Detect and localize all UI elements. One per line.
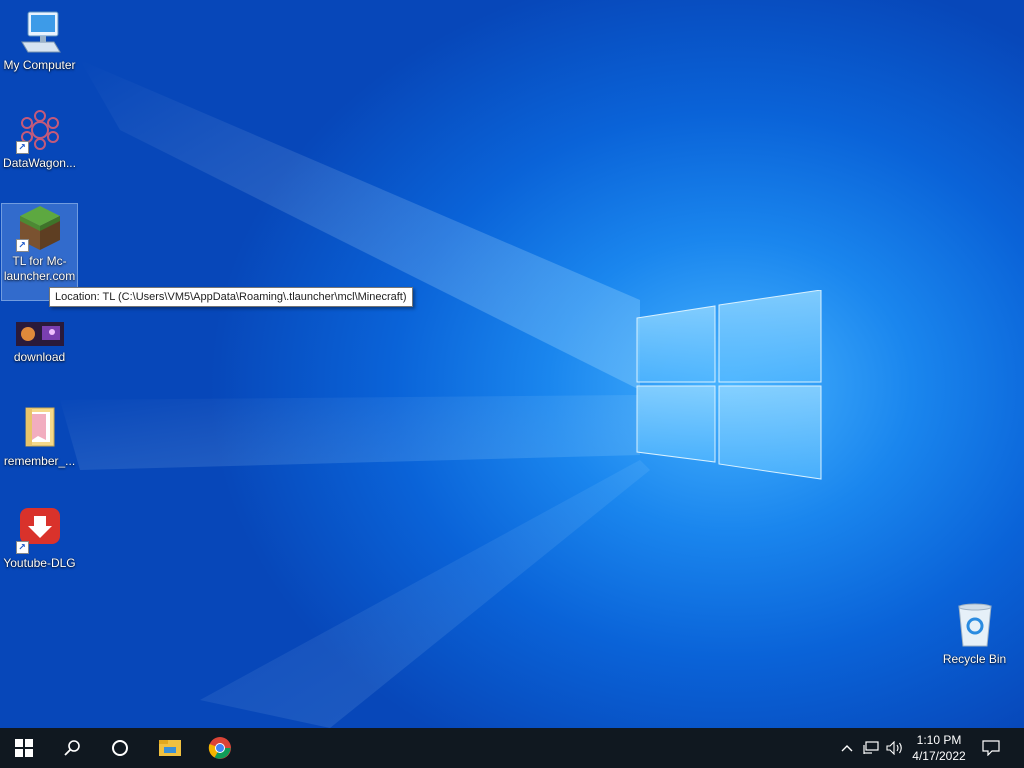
shortcut-arrow-icon: ↗ xyxy=(15,239,29,252)
chrome-icon xyxy=(208,737,231,759)
cortana-button[interactable] xyxy=(96,728,144,768)
notification-icon xyxy=(982,740,1000,756)
desktop: My Computer ↗ DataWagon... ↗ TL for Mc-l… xyxy=(0,0,1024,728)
desktop-icon-label: DataWagon... xyxy=(3,156,76,170)
desktop-icon-label: My Computer xyxy=(3,58,76,72)
minecraft-grass-icon: ↗ xyxy=(15,204,64,252)
desktop-icon-download[interactable]: download xyxy=(2,320,77,365)
volume-button[interactable] xyxy=(884,728,906,768)
search-button[interactable] xyxy=(48,728,96,768)
desktop-icon-my-computer[interactable]: My Computer xyxy=(2,8,77,73)
desktop-icon-tl-launcher[interactable]: ↗ TL for Mc-launcher.com xyxy=(1,203,78,301)
show-hidden-icons-button[interactable] xyxy=(838,728,856,768)
search-icon xyxy=(64,740,80,756)
shortcut-arrow-icon: ↗ xyxy=(15,541,29,554)
location-tooltip: Location: TL (C:\Users\VM5\AppData\Roami… xyxy=(49,287,413,307)
windows-logo xyxy=(636,290,822,480)
start-button[interactable] xyxy=(0,728,48,768)
start-icon xyxy=(15,739,33,757)
desktop-icon-youtube-dlg[interactable]: ↗ Youtube-DLG xyxy=(2,506,77,571)
desktop-icon-remember[interactable]: remember_... xyxy=(2,404,77,469)
taskbar-clock[interactable]: 1:10 PM 4/17/2022 xyxy=(904,732,974,764)
wallpaper-beams xyxy=(60,60,650,728)
cortana-icon xyxy=(112,740,128,756)
image-thumbnail-icon xyxy=(15,320,64,348)
speaker-icon xyxy=(886,741,902,755)
desktop-icon-datawagon[interactable]: ↗ DataWagon... xyxy=(2,106,77,171)
desktop-icon-label: TL for Mc-launcher.com xyxy=(3,254,76,283)
youtube-dlg-icon: ↗ xyxy=(15,506,64,554)
file-explorer-button[interactable] xyxy=(146,728,194,768)
clock-time: 1:10 PM xyxy=(916,733,962,747)
file-explorer-icon xyxy=(159,740,181,756)
desktop-icon-recycle-bin[interactable]: Recycle Bin xyxy=(937,602,1012,667)
network-icon xyxy=(863,741,879,754)
desktop-icon-label: Youtube-DLG xyxy=(3,556,76,570)
folder-icon xyxy=(16,404,64,452)
shortcut-arrow-icon: ↗ xyxy=(15,141,29,154)
desktop-icon-label: Recycle Bin xyxy=(942,652,1007,666)
chevron-up-icon xyxy=(841,745,853,752)
chrome-button[interactable] xyxy=(196,728,244,768)
computer-icon xyxy=(16,8,64,56)
network-button[interactable] xyxy=(860,728,882,768)
notification-center-button[interactable] xyxy=(978,728,1004,768)
desktop-icon-label: remember_... xyxy=(3,454,76,468)
desktop-icon-label: download xyxy=(13,350,66,364)
clock-date: 4/17/2022 xyxy=(912,749,966,763)
taskbar: 1:10 PM 4/17/2022 xyxy=(0,728,1024,768)
datawagon-icon: ↗ xyxy=(15,106,64,154)
recycle-bin-icon xyxy=(951,602,999,650)
